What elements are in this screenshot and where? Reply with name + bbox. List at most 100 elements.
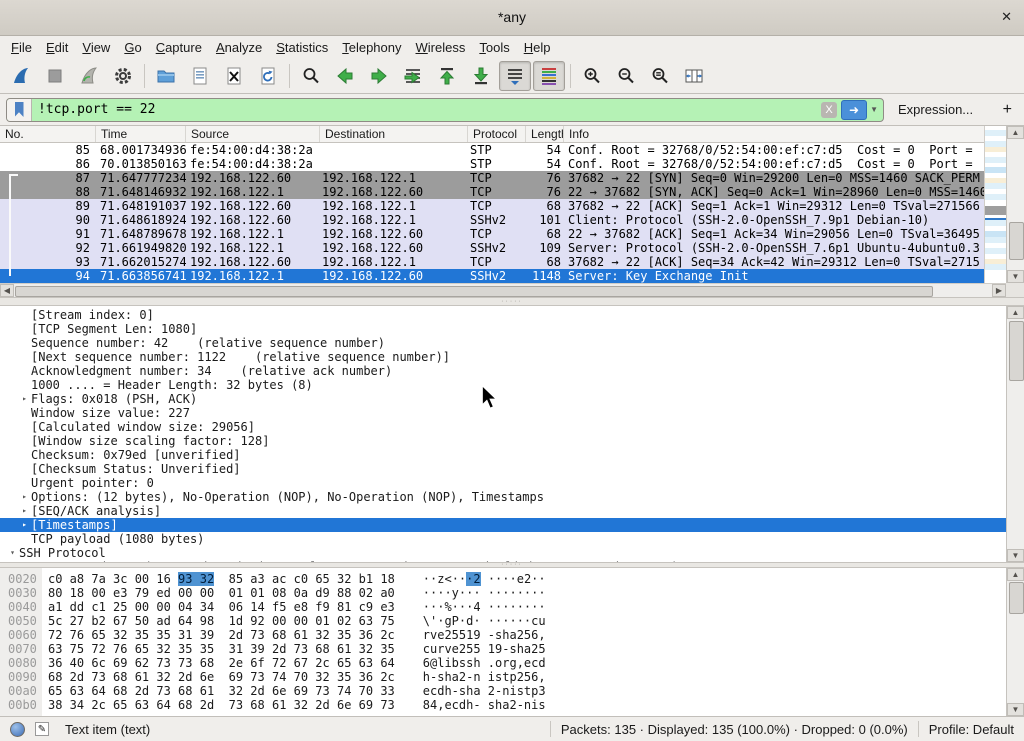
detail-line[interactable]: [Checksum Status: Unverified] [0, 462, 1006, 476]
hex-row[interactable]: 0040a1 dd c1 25 00 00 04 34 06 14 f5 e8 … [0, 600, 1006, 614]
detail-line[interactable]: ▸Flags: 0x018 (PSH, ACK) [0, 392, 1006, 406]
capture-options-button[interactable] [107, 61, 139, 91]
scroll-thumb[interactable] [1009, 222, 1024, 260]
hex-row[interactable]: 00b038 34 2c 65 63 64 68 2d 73 68 61 32 … [0, 698, 1006, 712]
go-back-button[interactable] [329, 61, 361, 91]
hex-row[interactable]: 009068 2d 73 68 61 32 2d 6e 69 73 74 70 … [0, 670, 1006, 684]
detail-line[interactable]: [Window size scaling factor: 128] [0, 434, 1006, 448]
menu-help[interactable]: Help [517, 38, 558, 57]
scroll-up-icon[interactable]: ▲ [1007, 306, 1024, 319]
save-file-button[interactable] [184, 61, 216, 91]
hex-row[interactable]: 0020c0 a8 7a 3c 00 16 93 32 85 a3 ac c0 … [0, 572, 1006, 586]
expander-icon[interactable]: ▾ [6, 546, 19, 560]
column-header-source[interactable]: Source [186, 126, 320, 142]
title-bar[interactable]: *any ✕ [0, 0, 1024, 36]
expander-icon[interactable]: ▸ [18, 518, 31, 532]
auto-scroll-button[interactable] [499, 61, 531, 91]
resize-columns-button[interactable] [678, 61, 710, 91]
add-filter-button[interactable]: + [1003, 101, 1012, 119]
packet-row[interactable]: 9171.648789678192.168.122.1192.168.122.6… [0, 227, 984, 241]
packet-row[interactable]: 8771.647777234192.168.122.60192.168.122.… [0, 171, 984, 185]
column-header-protocol[interactable]: Protocol [468, 126, 526, 142]
detail-line[interactable]: Acknowledgment number: 34 (relative ack … [0, 364, 1006, 378]
scroll-up-icon[interactable]: ▲ [1007, 568, 1024, 581]
column-header-destination[interactable]: Destination [320, 126, 468, 142]
hex-row[interactable]: 006072 76 65 32 35 35 31 39 2d 73 68 61 … [0, 628, 1006, 642]
filter-bookmark-button[interactable] [7, 99, 32, 121]
detail-line[interactable]: TCP payload (1080 bytes) [0, 532, 1006, 546]
menu-view[interactable]: View [75, 38, 117, 57]
detail-line[interactable]: Window size value: 227 [0, 406, 1006, 420]
expert-info-icon[interactable] [10, 722, 25, 737]
menu-file[interactable]: File [4, 38, 39, 57]
packet-row[interactable]: 8568.001734936fe:54:00:d4:38:2aSTP54Conf… [0, 143, 984, 157]
packet-minimap[interactable] [984, 126, 1006, 283]
packet-row[interactable]: 8670.013850163fe:54:00:d4:38:2aSTP54Conf… [0, 157, 984, 171]
scroll-down-icon[interactable]: ▼ [1007, 703, 1024, 716]
packet-row[interactable]: 9471.663856741192.168.122.1192.168.122.6… [0, 269, 984, 283]
column-header-time[interactable]: Time [96, 126, 186, 142]
menu-analyze[interactable]: Analyze [209, 38, 269, 57]
scroll-up-icon[interactable]: ▲ [1007, 126, 1024, 139]
status-profile[interactable]: Profile: Default [929, 722, 1014, 737]
packet-row[interactable]: 9371.662015274192.168.122.60192.168.122.… [0, 255, 984, 269]
detail-line[interactable]: Urgent pointer: 0 [0, 476, 1006, 490]
filter-dropdown-caret-icon[interactable]: ▼ [870, 105, 878, 114]
go-forward-button[interactable] [363, 61, 395, 91]
scroll-thumb[interactable] [1009, 582, 1024, 614]
go-to-packet-button[interactable] [397, 61, 429, 91]
expander-icon[interactable]: ▸ [18, 392, 31, 406]
menu-edit[interactable]: Edit [39, 38, 75, 57]
hex-row[interactable]: 003080 18 00 e3 79 ed 00 00 01 01 08 0a … [0, 586, 1006, 600]
zoom-100-button[interactable] [644, 61, 676, 91]
expression-button[interactable]: Expression... [898, 102, 973, 117]
detail-line[interactable]: ▾SSH Protocol [0, 546, 1006, 560]
detail-line[interactable]: ▸[SEQ/ACK analysis] [0, 504, 1006, 518]
menu-go[interactable]: Go [117, 38, 148, 57]
close-window-button[interactable]: ✕ [1001, 9, 1012, 25]
go-last-packet-button[interactable] [465, 61, 497, 91]
detail-line[interactable]: [TCP Segment Len: 1080] [0, 322, 1006, 336]
packet-row[interactable]: 9271.661949820192.168.122.1192.168.122.6… [0, 241, 984, 255]
display-filter-field[interactable]: X ➜ ▼ [6, 98, 884, 122]
scroll-down-icon[interactable]: ▼ [1007, 549, 1024, 562]
menu-capture[interactable]: Capture [149, 38, 209, 57]
column-header-no[interactable]: No. [0, 126, 96, 142]
column-header-length[interactable]: Length [526, 126, 564, 142]
start-capture-button[interactable] [5, 61, 37, 91]
menu-tools[interactable]: Tools [472, 38, 516, 57]
detail-line[interactable]: [Calculated window size: 29056] [0, 420, 1006, 434]
scroll-thumb[interactable] [15, 286, 933, 297]
stop-capture-button[interactable] [39, 61, 71, 91]
detail-line[interactable]: Sequence number: 42 (relative sequence n… [0, 336, 1006, 350]
menu-statistics[interactable]: Statistics [269, 38, 335, 57]
packet-list-vscrollbar[interactable]: ▲ ▼ [1006, 126, 1024, 283]
packet-row[interactable]: 9071.648618924192.168.122.60192.168.122.… [0, 213, 984, 227]
colorize-packets-button[interactable] [533, 61, 565, 91]
close-file-button[interactable] [218, 61, 250, 91]
zoom-in-button[interactable] [576, 61, 608, 91]
detail-line[interactable]: Checksum: 0x79ed [unverified] [0, 448, 1006, 462]
hex-vscrollbar[interactable]: ▲ ▼ [1006, 568, 1024, 716]
expander-icon[interactable]: ▸ [18, 504, 31, 518]
go-first-packet-button[interactable] [431, 61, 463, 91]
hex-row[interactable]: 008036 40 6c 69 62 73 73 68 2e 6f 72 67 … [0, 656, 1006, 670]
filter-clear-button[interactable]: X [821, 102, 837, 118]
menu-wireless[interactable]: Wireless [409, 38, 473, 57]
detail-line[interactable]: [Stream index: 0] [0, 308, 1006, 322]
packet-row[interactable]: 8871.648146932192.168.122.1192.168.122.6… [0, 185, 984, 199]
pane-splitter[interactable]: ····· [0, 297, 1024, 306]
open-file-button[interactable] [150, 61, 182, 91]
find-packet-button[interactable] [295, 61, 327, 91]
hex-row[interactable]: 007063 75 72 76 65 32 35 35 31 39 2d 73 … [0, 642, 1006, 656]
zoom-out-button[interactable] [610, 61, 642, 91]
restart-capture-button[interactable] [73, 61, 105, 91]
detail-line[interactable]: [Next sequence number: 1122 (relative se… [0, 350, 1006, 364]
packet-list-hscrollbar[interactable]: ◀ ▶ [0, 283, 1006, 297]
expander-icon[interactable]: ▸ [18, 490, 31, 504]
menu-telephony[interactable]: Telephony [335, 38, 408, 57]
packet-row[interactable]: 8971.648191037192.168.122.60192.168.122.… [0, 199, 984, 213]
filter-apply-button[interactable]: ➜ [841, 100, 867, 120]
scroll-left-icon[interactable]: ◀ [0, 284, 14, 297]
detail-line[interactable]: ▸[Timestamps] [0, 518, 1006, 532]
